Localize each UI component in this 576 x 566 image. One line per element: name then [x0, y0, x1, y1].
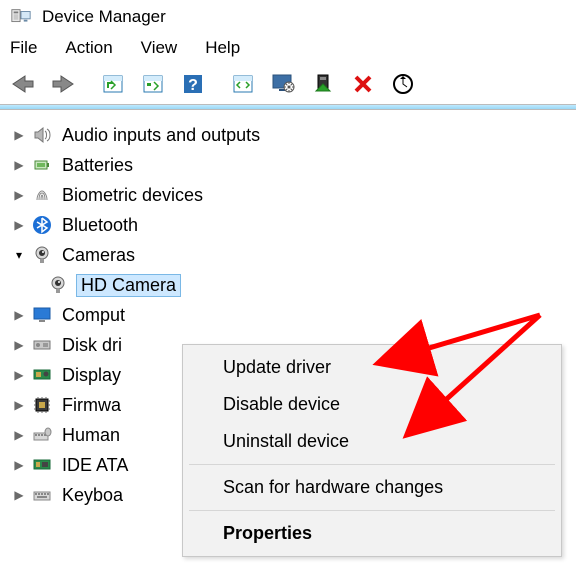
context-menu-separator — [189, 464, 555, 465]
context-menu-update-driver[interactable]: Update driver — [183, 349, 561, 386]
help-button[interactable]: ? — [176, 68, 210, 100]
expand-icon[interactable]: ▶ — [8, 368, 30, 382]
expand-icon[interactable]: ▶ — [8, 458, 30, 472]
tree-node-cameras[interactable]: ▾ Cameras — [8, 240, 576, 270]
tree-node-label: Bluetooth — [60, 215, 140, 236]
tree-node-bluetooth[interactable]: ▶ Bluetooth — [8, 210, 576, 240]
properties-button[interactable] — [136, 68, 170, 100]
tree-node-label: Cameras — [60, 245, 137, 266]
forward-button[interactable] — [46, 68, 80, 100]
bluetooth-icon — [30, 214, 54, 236]
tree-node-label: Biometric devices — [60, 185, 205, 206]
delete-button[interactable] — [346, 68, 380, 100]
hid-icon — [30, 424, 54, 446]
svg-text:?: ? — [188, 77, 198, 94]
toolbar: ? — [0, 64, 576, 104]
scan-button[interactable] — [226, 68, 260, 100]
expand-icon[interactable]: ▶ — [8, 488, 30, 502]
context-menu-scan-hardware[interactable]: Scan for hardware changes — [183, 469, 561, 506]
context-menu-properties[interactable]: Properties — [183, 515, 561, 552]
tree-node-biometric[interactable]: ▶ Biometric devices — [8, 180, 576, 210]
expand-icon[interactable]: ▶ — [8, 158, 30, 172]
disk-icon — [30, 334, 54, 356]
tree-node-label: IDE ATA — [60, 455, 130, 476]
tree-node-label: HD Camera — [76, 274, 181, 297]
tree-node-label: Disk dri — [60, 335, 124, 356]
titlebar: Device Manager — [0, 0, 576, 36]
expand-icon[interactable]: ▶ — [8, 188, 30, 202]
collapse-icon[interactable]: ▾ — [8, 248, 30, 262]
tree-node-label: Batteries — [60, 155, 135, 176]
menu-view[interactable]: View — [141, 38, 178, 58]
context-menu-uninstall-device[interactable]: Uninstall device — [183, 423, 561, 460]
ide-icon — [30, 454, 54, 476]
chip-icon — [30, 394, 54, 416]
fingerprint-icon — [30, 184, 54, 206]
camera-icon — [30, 244, 54, 266]
speaker-icon — [30, 124, 54, 146]
tree-node-label: Audio inputs and outputs — [60, 125, 262, 146]
menu-file[interactable]: File — [10, 38, 37, 58]
update-driver-button[interactable] — [306, 68, 340, 100]
window-title: Device Manager — [42, 7, 166, 27]
tree-node-audio[interactable]: ▶ Audio inputs and outputs — [8, 120, 576, 150]
tree-node-label: Keyboa — [60, 485, 125, 506]
tree-node-hd-camera[interactable]: HD Camera — [8, 270, 576, 300]
tree-node-computer[interactable]: ▶ Comput — [8, 300, 576, 330]
tree-node-label: Human — [60, 425, 122, 446]
menubar: File Action View Help — [0, 36, 576, 64]
tree-node-label: Firmwa — [60, 395, 123, 416]
toolbar-divider — [0, 104, 576, 110]
expand-icon[interactable]: ▶ — [8, 128, 30, 142]
show-hidden-button[interactable] — [96, 68, 130, 100]
menu-action[interactable]: Action — [65, 38, 112, 58]
battery-icon — [30, 154, 54, 176]
camera-icon — [46, 274, 70, 296]
expand-icon[interactable]: ▶ — [8, 218, 30, 232]
gpu-icon — [30, 364, 54, 386]
tree-node-label: Display — [60, 365, 123, 386]
monitor-settings-button[interactable] — [266, 68, 300, 100]
refresh-button[interactable] — [386, 68, 420, 100]
tree-node-batteries[interactable]: ▶ Batteries — [8, 150, 576, 180]
keyboard-icon — [30, 484, 54, 506]
expand-icon[interactable]: ▶ — [8, 398, 30, 412]
tree-node-label: Comput — [60, 305, 127, 326]
back-button[interactable] — [6, 68, 40, 100]
menu-help[interactable]: Help — [205, 38, 240, 58]
expand-icon[interactable]: ▶ — [8, 308, 30, 322]
expand-icon[interactable]: ▶ — [8, 428, 30, 442]
context-menu-separator — [189, 510, 555, 511]
device-manager-icon — [10, 6, 32, 28]
context-menu: Update driver Disable device Uninstall d… — [182, 344, 562, 557]
monitor-icon — [30, 304, 54, 326]
expand-icon[interactable]: ▶ — [8, 338, 30, 352]
context-menu-disable-device[interactable]: Disable device — [183, 386, 561, 423]
